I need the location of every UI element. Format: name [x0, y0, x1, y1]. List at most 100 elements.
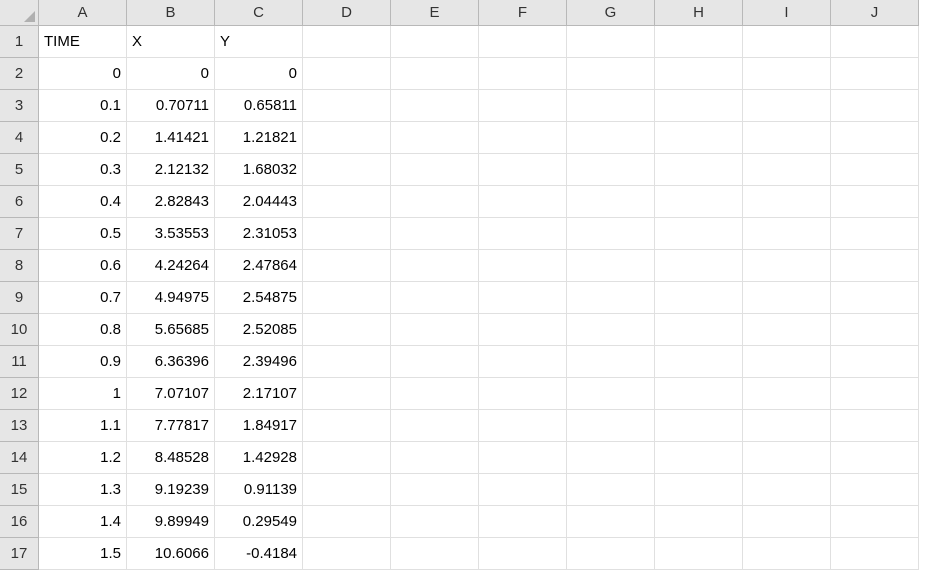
cell-F6[interactable]	[479, 186, 567, 218]
cell-H17[interactable]	[655, 538, 743, 570]
cell-G17[interactable]	[567, 538, 655, 570]
cell-H8[interactable]	[655, 250, 743, 282]
row-header-3[interactable]: 3	[0, 90, 39, 122]
cell-A1[interactable]: TIME	[39, 26, 127, 58]
column-header-F[interactable]: F	[479, 0, 567, 26]
cell-G14[interactable]	[567, 442, 655, 474]
cell-E16[interactable]	[391, 506, 479, 538]
cell-B17[interactable]: 10.6066	[127, 538, 215, 570]
row-header-10[interactable]: 10	[0, 314, 39, 346]
cell-A17[interactable]: 1.5	[39, 538, 127, 570]
column-header-I[interactable]: I	[743, 0, 831, 26]
cell-F14[interactable]	[479, 442, 567, 474]
cell-J4[interactable]	[831, 122, 919, 154]
cell-A5[interactable]: 0.3	[39, 154, 127, 186]
cell-C9[interactable]: 2.54875	[215, 282, 303, 314]
cell-E9[interactable]	[391, 282, 479, 314]
row-header-15[interactable]: 15	[0, 474, 39, 506]
cell-B8[interactable]: 4.24264	[127, 250, 215, 282]
cell-I12[interactable]	[743, 378, 831, 410]
column-header-B[interactable]: B	[127, 0, 215, 26]
cell-D8[interactable]	[303, 250, 391, 282]
cell-D7[interactable]	[303, 218, 391, 250]
cell-E4[interactable]	[391, 122, 479, 154]
cell-C11[interactable]: 2.39496	[215, 346, 303, 378]
cell-F5[interactable]	[479, 154, 567, 186]
cell-J7[interactable]	[831, 218, 919, 250]
column-header-E[interactable]: E	[391, 0, 479, 26]
cell-F16[interactable]	[479, 506, 567, 538]
cell-G2[interactable]	[567, 58, 655, 90]
cell-B7[interactable]: 3.53553	[127, 218, 215, 250]
cell-B11[interactable]: 6.36396	[127, 346, 215, 378]
cell-C6[interactable]: 2.04443	[215, 186, 303, 218]
cell-H3[interactable]	[655, 90, 743, 122]
cell-J9[interactable]	[831, 282, 919, 314]
cell-A4[interactable]: 0.2	[39, 122, 127, 154]
cell-A12[interactable]: 1	[39, 378, 127, 410]
cell-H16[interactable]	[655, 506, 743, 538]
cell-C7[interactable]: 2.31053	[215, 218, 303, 250]
row-header-12[interactable]: 12	[0, 378, 39, 410]
cell-F4[interactable]	[479, 122, 567, 154]
column-header-D[interactable]: D	[303, 0, 391, 26]
cell-J11[interactable]	[831, 346, 919, 378]
cell-I17[interactable]	[743, 538, 831, 570]
cell-I16[interactable]	[743, 506, 831, 538]
cell-I5[interactable]	[743, 154, 831, 186]
cell-C16[interactable]: 0.29549	[215, 506, 303, 538]
cell-H12[interactable]	[655, 378, 743, 410]
cell-E15[interactable]	[391, 474, 479, 506]
cell-A7[interactable]: 0.5	[39, 218, 127, 250]
cell-H6[interactable]	[655, 186, 743, 218]
cell-E3[interactable]	[391, 90, 479, 122]
cell-B1[interactable]: X	[127, 26, 215, 58]
cell-G7[interactable]	[567, 218, 655, 250]
cell-B3[interactable]: 0.70711	[127, 90, 215, 122]
cell-G11[interactable]	[567, 346, 655, 378]
row-header-5[interactable]: 5	[0, 154, 39, 186]
cell-D3[interactable]	[303, 90, 391, 122]
cell-B9[interactable]: 4.94975	[127, 282, 215, 314]
cell-H10[interactable]	[655, 314, 743, 346]
cell-C12[interactable]: 2.17107	[215, 378, 303, 410]
cell-J13[interactable]	[831, 410, 919, 442]
cell-D11[interactable]	[303, 346, 391, 378]
row-header-14[interactable]: 14	[0, 442, 39, 474]
cell-G3[interactable]	[567, 90, 655, 122]
cell-H1[interactable]	[655, 26, 743, 58]
cell-H4[interactable]	[655, 122, 743, 154]
cell-E14[interactable]	[391, 442, 479, 474]
cell-G15[interactable]	[567, 474, 655, 506]
cell-G9[interactable]	[567, 282, 655, 314]
cell-B12[interactable]: 7.07107	[127, 378, 215, 410]
cell-H14[interactable]	[655, 442, 743, 474]
cell-E11[interactable]	[391, 346, 479, 378]
column-header-J[interactable]: J	[831, 0, 919, 26]
cell-A10[interactable]: 0.8	[39, 314, 127, 346]
cell-A16[interactable]: 1.4	[39, 506, 127, 538]
cell-G12[interactable]	[567, 378, 655, 410]
cell-B15[interactable]: 9.19239	[127, 474, 215, 506]
cell-A14[interactable]: 1.2	[39, 442, 127, 474]
cell-I2[interactable]	[743, 58, 831, 90]
cell-D17[interactable]	[303, 538, 391, 570]
cell-E13[interactable]	[391, 410, 479, 442]
cell-F3[interactable]	[479, 90, 567, 122]
cell-D10[interactable]	[303, 314, 391, 346]
cell-J2[interactable]	[831, 58, 919, 90]
cell-G4[interactable]	[567, 122, 655, 154]
cell-B13[interactable]: 7.77817	[127, 410, 215, 442]
cell-A15[interactable]: 1.3	[39, 474, 127, 506]
cell-B16[interactable]: 9.89949	[127, 506, 215, 538]
cell-C1[interactable]: Y	[215, 26, 303, 58]
cell-I15[interactable]	[743, 474, 831, 506]
row-header-16[interactable]: 16	[0, 506, 39, 538]
cell-F15[interactable]	[479, 474, 567, 506]
cell-D14[interactable]	[303, 442, 391, 474]
cell-E1[interactable]	[391, 26, 479, 58]
cell-C13[interactable]: 1.84917	[215, 410, 303, 442]
cell-C5[interactable]: 1.68032	[215, 154, 303, 186]
cell-E12[interactable]	[391, 378, 479, 410]
cell-B4[interactable]: 1.41421	[127, 122, 215, 154]
